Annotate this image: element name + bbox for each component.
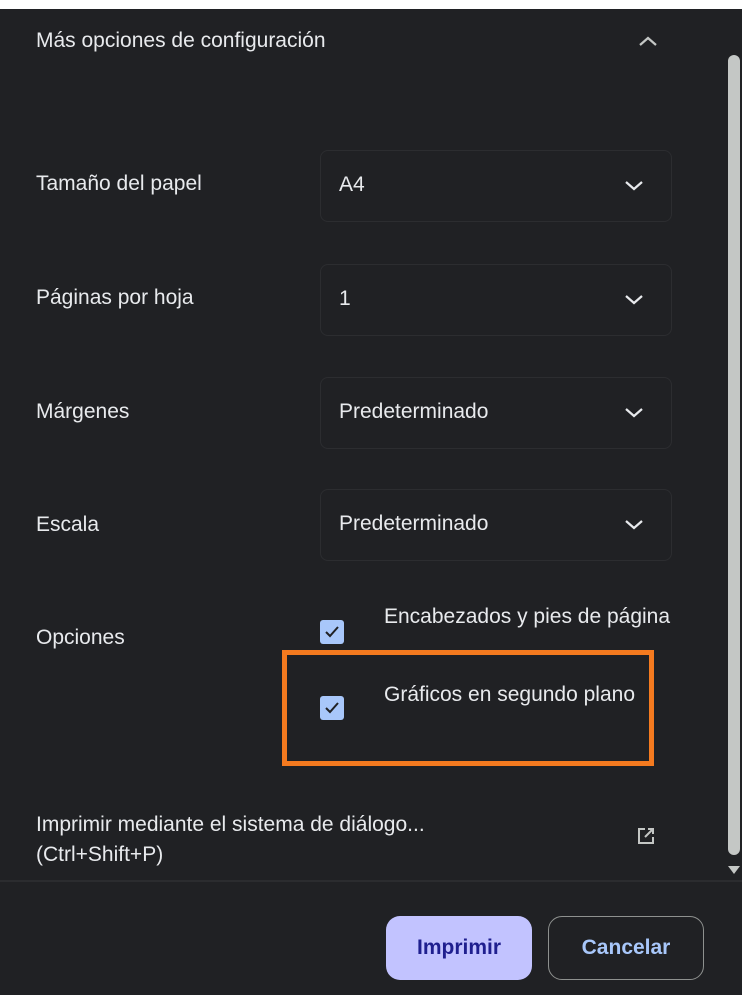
- paper-size-label: Tamaño del papel: [36, 172, 202, 195]
- margins-select[interactable]: Predeterminado: [320, 377, 672, 449]
- scroll-down-arrow-icon[interactable]: [727, 865, 741, 875]
- options-label: Opciones: [36, 626, 125, 649]
- highlight-box: [282, 650, 654, 766]
- more-settings-header[interactable]: Más opciones de configuración: [0, 9, 722, 75]
- print-settings-panel: Más opciones de configuración Tamaño del…: [0, 0, 742, 995]
- checkmark-icon: [325, 626, 339, 638]
- print-button[interactable]: Imprimir: [386, 916, 532, 980]
- chevron-down-icon: [625, 295, 643, 305]
- margins-value: Predeterminado: [339, 400, 489, 423]
- paper-size-value: A4: [339, 173, 365, 196]
- chevron-down-icon: [625, 181, 643, 191]
- scrollbar[interactable]: [722, 9, 742, 879]
- scrollbar-thumb[interactable]: [728, 55, 740, 855]
- section-title: Más opciones de configuración: [36, 29, 326, 52]
- scale-value: Predeterminado: [339, 512, 489, 535]
- dialog-footer: Imprimir Cancelar: [0, 882, 742, 995]
- pages-per-sheet-label: Páginas por hoja: [36, 286, 194, 309]
- headers-footers-option[interactable]: Encabezados y pies de página: [300, 598, 700, 650]
- system-dialog-label: Imprimir mediante el sistema de diálogo.…: [36, 813, 425, 836]
- headers-footers-label: Encabezados y pies de página: [384, 605, 671, 628]
- scale-label: Escala: [36, 513, 100, 536]
- chevron-up-icon[interactable]: [636, 33, 660, 49]
- chevron-down-icon: [625, 408, 643, 418]
- headers-footers-checkbox[interactable]: [320, 620, 344, 644]
- cancel-button[interactable]: Cancelar: [548, 916, 704, 980]
- system-dialog-text: Imprimir mediante el sistema de diálogo.…: [36, 810, 596, 870]
- pages-per-sheet-value: 1: [339, 287, 351, 310]
- open-in-new-icon[interactable]: [636, 826, 656, 846]
- system-dialog-shortcut: (Ctrl+Shift+P): [36, 843, 164, 866]
- system-dialog-link[interactable]: Imprimir mediante el sistema de diálogo.…: [0, 800, 722, 878]
- margins-label: Márgenes: [36, 400, 130, 423]
- top-edge: [0, 0, 742, 9]
- pages-per-sheet-select[interactable]: 1: [320, 264, 672, 336]
- scale-select[interactable]: Predeterminado: [320, 489, 672, 561]
- chevron-down-icon: [625, 520, 643, 530]
- paper-size-select[interactable]: A4: [320, 150, 672, 222]
